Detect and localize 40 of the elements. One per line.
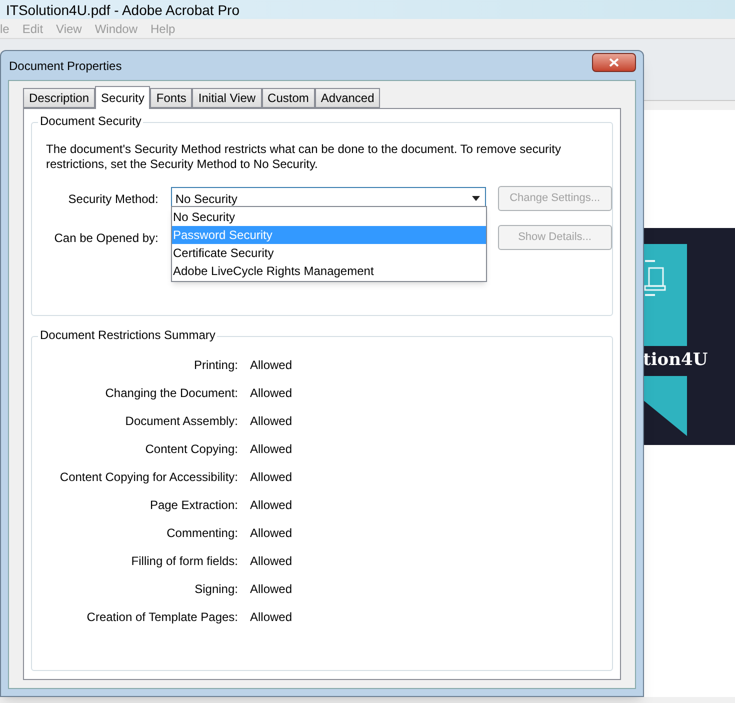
dropdown-option[interactable]: Adobe LiveCycle Rights Management (172, 262, 486, 280)
tab[interactable]: Custom (262, 88, 315, 108)
close-button[interactable] (592, 53, 636, 72)
field-label: Can be Opened by: (53, 230, 158, 246)
restriction-value: Allowed (250, 608, 292, 626)
restriction-value: Allowed (250, 496, 292, 514)
dialog-title: Document Properties (9, 58, 122, 74)
restriction-value: Allowed (250, 468, 292, 486)
restriction-label: Document Assembly: (124, 412, 238, 430)
logo-text: tion4U (643, 349, 708, 372)
restriction-label: Filling of form fields: (130, 552, 238, 570)
restriction-value: Allowed (250, 580, 292, 598)
close-icon (609, 58, 619, 67)
restriction-value: Allowed (250, 524, 292, 542)
tab[interactable]: Security (95, 86, 150, 109)
restriction-value: Allowed (250, 440, 292, 458)
tab[interactable]: Description (23, 88, 96, 108)
dropdown-arrow-icon (472, 196, 480, 201)
restriction-value: Allowed (250, 412, 292, 430)
field-label: Security Method: (67, 190, 158, 208)
group-heading: Document Security (38, 115, 144, 127)
restriction-value: Allowed (250, 552, 292, 570)
tab[interactable]: Advanced (314, 88, 380, 108)
window-title: ITSolution4U.pdf - Adobe Acrobat Pro (6, 2, 240, 16)
restriction-value: Allowed (250, 384, 292, 402)
description-text: The document's Security Method restricts what can be done to the document. To remove security restrictions, set the Security Method to No Security. (46, 142, 562, 172)
tab[interactable]: Fonts (150, 88, 192, 108)
group-heading: Document Restrictions Summary (38, 329, 218, 341)
restriction-label: Signing: (194, 580, 238, 598)
restriction-label: Printing: (192, 356, 238, 374)
tab[interactable]: Initial View (192, 88, 262, 108)
restriction-label: Changing the Document: (104, 384, 238, 402)
restriction-label: Creation of Template Pages: (86, 608, 238, 626)
dropdown-option[interactable]: Certificate Security (172, 244, 486, 262)
dropdown-option[interactable]: No Security (172, 208, 486, 226)
restriction-value: Allowed (250, 356, 292, 374)
restriction-label: Content Copying: (144, 440, 238, 458)
restriction-label: Page Extraction: (148, 496, 238, 514)
restriction-label: Commenting: (166, 524, 238, 542)
restriction-label: Content Copying for Accessibility: (58, 468, 238, 486)
